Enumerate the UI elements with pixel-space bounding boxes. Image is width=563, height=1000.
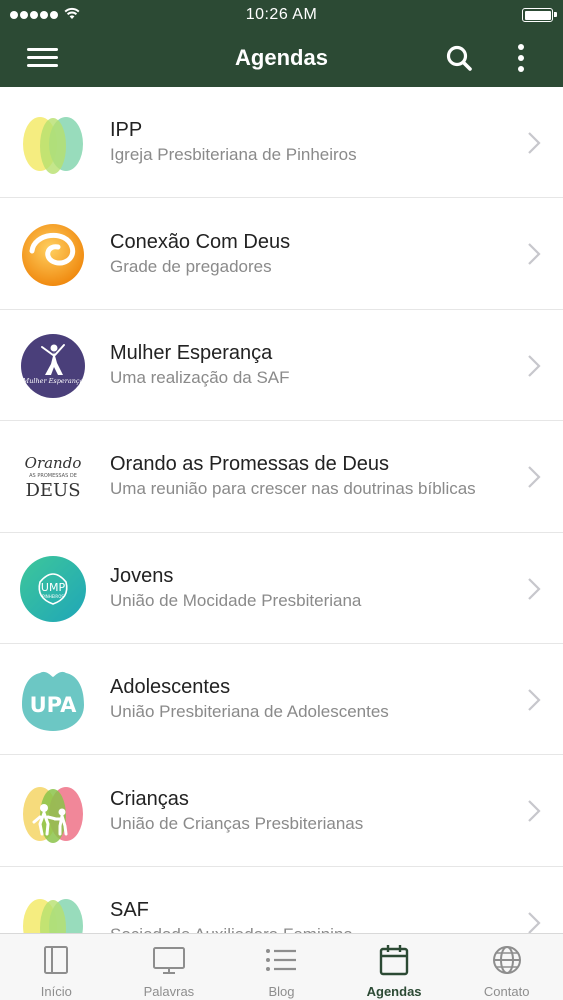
status-bar: 10:26 AM (0, 0, 563, 30)
saf-lotus-logo (23, 898, 83, 933)
svg-text:AS PROMESSAS DE: AS PROMESSAS DE (29, 473, 77, 479)
conexao-swirl-logo (22, 224, 84, 287)
app-header: Agendas (0, 30, 563, 87)
agenda-subtitle: Sociedade Auxiliadora Feminina (110, 924, 513, 933)
agenda-name: Mulher Esperança (110, 341, 273, 364)
chevron-right-icon (528, 800, 541, 823)
tab-inicio[interactable]: Início (0, 934, 113, 1000)
agenda-item-adolescentes[interactable]: UPA Adolescentes União Presbiteriana de … (0, 644, 563, 756)
agenda-item-conexao-com-deus[interactable]: Conexão Com Deus Grade de pregadores (0, 198, 563, 310)
chevron-right-icon (528, 689, 541, 711)
agenda-name: Conexão Com Deus (110, 230, 291, 253)
chevron-right-icon (528, 577, 541, 600)
tab-label: Palavras (143, 984, 195, 999)
chevron-right-icon (528, 466, 541, 488)
chevron-right-icon (528, 355, 541, 377)
agenda-subtitle: União de Mocidade Presbiteriana (110, 590, 362, 610)
agenda-item-ipp[interactable]: IPP Igreja Presbiteriana de Pinheiros (0, 87, 563, 199)
calendar-icon (376, 944, 412, 976)
svg-text:PINHEIROS: PINHEIROS (42, 594, 64, 599)
agenda-subtitle: União Presbiteriana de Adolescentes (110, 702, 389, 722)
tab-label: Contato (483, 984, 530, 999)
tab-label: Início (40, 984, 72, 999)
agenda-item-criancas[interactable]: Crianças União de Crianças Presbiteriana… (0, 755, 563, 867)
agenda-subtitle: Grade de pregadores (110, 256, 272, 276)
ump-logo: UMP PINHEIROS (20, 555, 86, 622)
agenda-name: Adolescentes (110, 676, 231, 699)
upa-logo: UPA (22, 671, 84, 731)
agenda-list: IPP Igreja Presbiteriana de Pinheiros Co… (0, 87, 563, 933)
svg-text:Orando: Orando (25, 454, 82, 472)
chevron-right-icon (528, 132, 541, 154)
mulher-esperanca-logo: Mulher Esperança (21, 333, 85, 398)
agenda-item-saf[interactable]: SAF Sociedade Auxiliadora Feminina (0, 867, 563, 933)
orando-promessas-logo: Orando AS PROMESSAS DE DEUS (18, 442, 88, 513)
agenda-item-orando-as-promessas[interactable]: Orando AS PROMESSAS DE DEUS Orando as Pr… (0, 421, 563, 533)
battery-icon (522, 8, 557, 22)
globe-icon (489, 944, 525, 976)
svg-text:DEUS: DEUS (25, 480, 80, 501)
agenda-item-mulher-esperanca[interactable]: Mulher Esperança Mulher Esperança Uma re… (0, 310, 563, 422)
tab-agendas[interactable]: Agendas (338, 934, 451, 1000)
ucp-children-logo (23, 787, 83, 844)
status-time: 10:26 AM (245, 6, 318, 23)
svg-text:UMP: UMP (41, 581, 66, 594)
search-icon[interactable] (440, 42, 480, 76)
tab-label: Agendas (366, 984, 422, 999)
agenda-name: Jovens (110, 564, 174, 587)
agenda-subtitle: União de Crianças Presbiterianas (110, 813, 364, 833)
agenda-subtitle: Uma realização da SAF (110, 367, 290, 387)
ipp-lotus-logo (23, 117, 83, 174)
svg-text:UPA: UPA (30, 693, 78, 717)
more-vertical-icon[interactable] (505, 42, 535, 76)
agenda-name: Crianças (110, 787, 189, 810)
chevron-right-icon (528, 911, 541, 933)
agenda-name: IPP (110, 119, 143, 142)
agenda-name: Orando as Promessas de Deus (110, 453, 390, 476)
tab-blog[interactable]: Blog (225, 934, 338, 1000)
agenda-subtitle: Igreja Presbiteriana de Pinheiros (110, 145, 357, 165)
bottom-tab-bar: Início Palavras Blog Agendas Contato (0, 933, 563, 1000)
tab-label: Blog (268, 984, 295, 999)
home-panel-icon (38, 944, 74, 976)
tab-contato[interactable]: Contato (450, 934, 563, 1000)
svg-text:Mulher Esperança: Mulher Esperança (22, 377, 84, 385)
tab-palavras[interactable]: Palavras (113, 934, 226, 1000)
agenda-name: SAF (110, 898, 149, 921)
chevron-right-icon (528, 243, 541, 266)
agenda-item-jovens[interactable]: UMP PINHEIROS Jovens União de Mocidade P… (0, 533, 563, 644)
monitor-icon (151, 944, 187, 976)
list-icon (263, 944, 299, 976)
agenda-subtitle: Uma reunião para crescer nas doutrinas b… (110, 479, 476, 499)
